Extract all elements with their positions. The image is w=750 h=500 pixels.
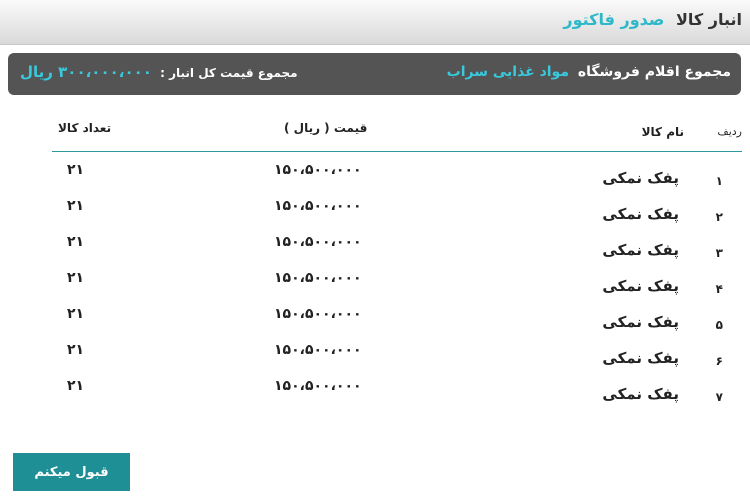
item-quantity: ۲۱: [67, 162, 85, 178]
item-quantity: ۲۱: [67, 198, 85, 214]
item-quantity: ۲۱: [67, 270, 85, 286]
header-quantity: تعداد کالا: [58, 121, 112, 135]
table-row: ۵ پفک نمکی ۱۵۰،۵۰۰،۰۰۰ ۲۱: [52, 296, 742, 332]
item-quantity: ۲۱: [67, 378, 85, 394]
row-number: ۳: [715, 246, 723, 260]
total-summary: مجموع قیمت کل انبار : ۳۰۰،۰۰۰،۰۰۰ ریال: [20, 63, 298, 81]
table-row: ۱ پفک نمکی ۱۵۰،۵۰۰،۰۰۰ ۲۱: [52, 152, 742, 188]
row-number: ۴: [715, 282, 723, 296]
table-row: ۳ پفک نمکی ۱۵۰،۵۰۰،۰۰۰ ۲۱: [52, 224, 742, 260]
table-body: ۱ پفک نمکی ۱۵۰،۵۰۰،۰۰۰ ۲۱ ۲ پفک نمکی ۱۵۰…: [52, 152, 742, 404]
total-value: ۳۰۰،۰۰۰،۰۰۰ ریال: [20, 63, 152, 81]
top-bar: انبار کالا صدور فاکتور: [0, 0, 750, 45]
table-header: ردیف نام کالا قیمت ( ریال ) تعداد کالا: [52, 115, 742, 152]
item-name: پفک نمکی: [602, 313, 679, 331]
item-name: پفک نمکی: [602, 241, 679, 259]
item-price: ۱۵۰،۵۰۰،۰۰۰: [274, 198, 362, 214]
item-quantity: ۲۱: [67, 234, 85, 250]
item-quantity: ۲۱: [67, 342, 85, 358]
table-row: ۲ پفک نمکی ۱۵۰،۵۰۰،۰۰۰ ۲۱: [52, 188, 742, 224]
table-row: ۷ پفک نمکی ۱۵۰،۵۰۰،۰۰۰ ۲۱: [52, 368, 742, 404]
row-number: ۱: [715, 174, 723, 188]
item-price: ۱۵۰،۵۰۰،۰۰۰: [274, 306, 362, 322]
item-price: ۱۵۰،۵۰۰،۰۰۰: [274, 162, 362, 178]
item-name: پفک نمکی: [602, 277, 679, 295]
header-price: قیمت ( ریال ): [284, 121, 368, 135]
table-row: ۴ پفک نمکی ۱۵۰،۵۰۰،۰۰۰ ۲۱: [52, 260, 742, 296]
row-number: ۷: [715, 390, 723, 404]
breadcrumb: انبار کالا صدور فاکتور: [563, 10, 742, 29]
items-table: ردیف نام کالا قیمت ( ریال ) تعداد کالا ۱…: [52, 115, 742, 404]
item-name: پفک نمکی: [602, 385, 679, 403]
row-number: ۶: [715, 354, 723, 368]
page: انبار کالا صدور فاکتور مجموع اقلام فروشگ…: [0, 0, 750, 500]
item-price: ۱۵۰،۵۰۰،۰۰۰: [274, 378, 362, 394]
item-price: ۱۵۰،۵۰۰،۰۰۰: [274, 234, 362, 250]
total-label: مجموع قیمت کل انبار :: [160, 66, 298, 80]
store-summary: مجموع اقلام فروشگاه مواد غذایی سراب: [447, 64, 731, 80]
table-row: ۶ پفک نمکی ۱۵۰،۵۰۰،۰۰۰ ۲۱: [52, 332, 742, 368]
breadcrumb-current: صدور فاکتور: [563, 10, 665, 29]
row-number: ۵: [715, 318, 723, 332]
item-name: پفک نمکی: [602, 169, 679, 187]
summary-bar: مجموع اقلام فروشگاه مواد غذایی سراب مجمو…: [8, 53, 741, 95]
store-name: مواد غذایی سراب: [446, 64, 570, 80]
header-item-name: نام کالا: [641, 125, 684, 139]
accept-button[interactable]: قبول میکنم: [13, 453, 130, 491]
item-price: ۱۵۰،۵۰۰،۰۰۰: [274, 342, 362, 358]
row-number: ۲: [715, 210, 723, 224]
item-price: ۱۵۰،۵۰۰،۰۰۰: [274, 270, 362, 286]
item-quantity: ۲۱: [67, 306, 85, 322]
header-row-number: ردیف: [717, 125, 742, 138]
item-name: پفک نمکی: [602, 205, 679, 223]
item-name: پفک نمکی: [602, 349, 679, 367]
breadcrumb-root[interactable]: انبار کالا: [676, 10, 742, 29]
store-label: مجموع اقلام فروشگاه: [577, 64, 731, 80]
